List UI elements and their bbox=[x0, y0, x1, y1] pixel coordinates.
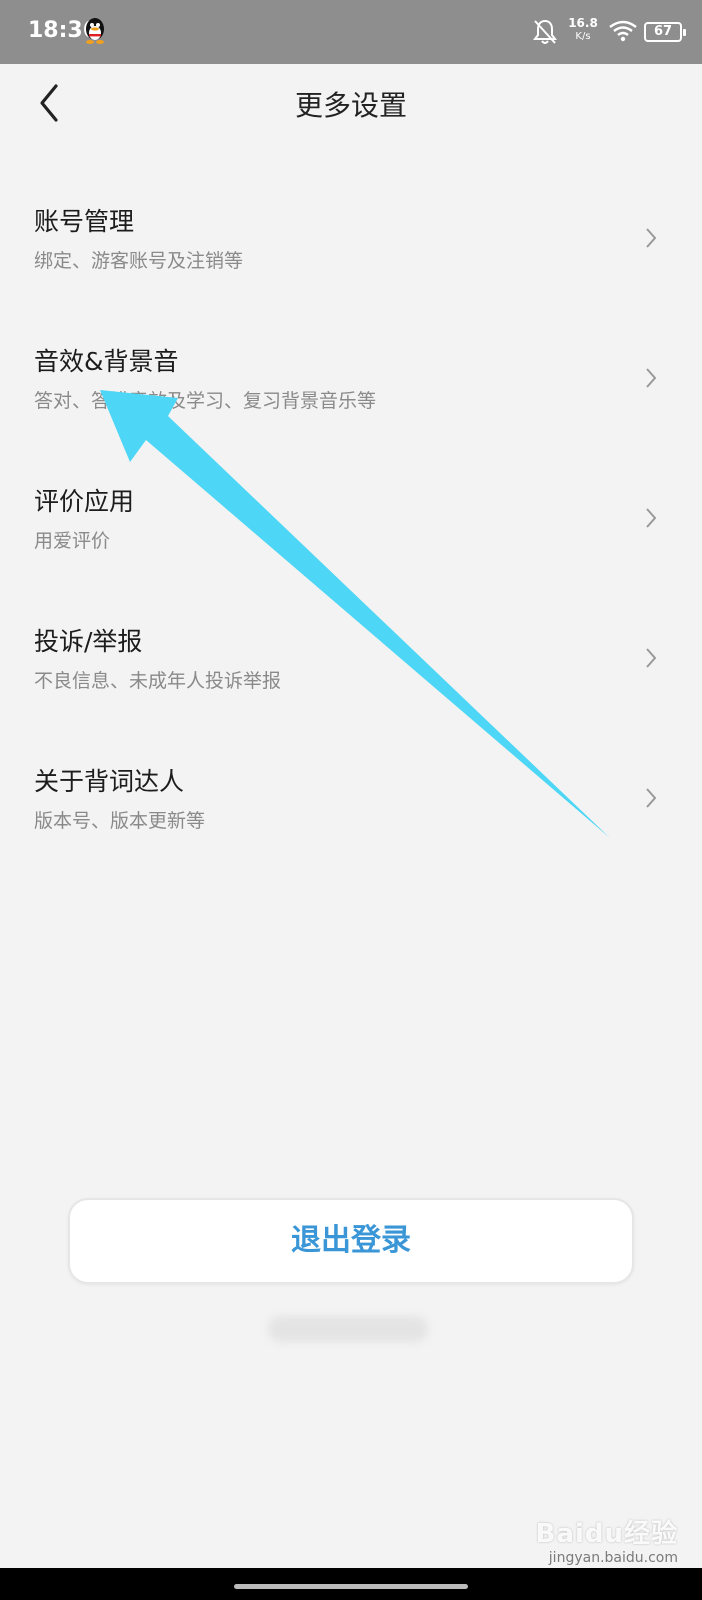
chevron-right-icon bbox=[646, 228, 657, 248]
blurred-footnote bbox=[268, 1316, 428, 1342]
status-bar: 18:36 16.8 K/s 67 bbox=[0, 0, 702, 64]
chevron-right-icon bbox=[646, 648, 657, 668]
item-title: 评价应用 bbox=[34, 487, 135, 516]
system-nav-bar bbox=[0, 1568, 702, 1600]
settings-list: 账号管理 绑定、游客账号及注销等 音效&背景音 答对、答错音效及学习、复习背景音… bbox=[0, 170, 702, 870]
bell-off-icon bbox=[533, 19, 557, 44]
watermark: Baidu经验 jingyan.baidu.com bbox=[536, 1513, 678, 1566]
net-speed-value: 16.8 bbox=[568, 16, 598, 30]
setting-item-about[interactable]: 关于背词达人 版本号、版本更新等 bbox=[0, 730, 702, 870]
setting-item-report[interactable]: 投诉/举报 不良信息、未成年人投诉举报 bbox=[0, 590, 702, 730]
logout-button[interactable]: 退出登录 bbox=[68, 1198, 634, 1284]
watermark-url: jingyan.baidu.com bbox=[548, 1550, 678, 1566]
header: 更多设置 bbox=[0, 64, 702, 144]
item-title: 关于背词达人 bbox=[34, 767, 185, 796]
chevron-right-icon bbox=[646, 508, 657, 528]
item-title: 投诉/举报 bbox=[34, 627, 143, 656]
setting-item-account[interactable]: 账号管理 绑定、游客账号及注销等 bbox=[0, 170, 702, 310]
item-subtitle: 答对、答错音效及学习、复习背景音乐等 bbox=[34, 390, 377, 412]
home-indicator[interactable] bbox=[234, 1584, 468, 1589]
item-subtitle: 绑定、游客账号及注销等 bbox=[34, 250, 244, 272]
setting-item-sound[interactable]: 音效&背景音 答对、答错音效及学习、复习背景音乐等 bbox=[0, 310, 702, 450]
item-title: 账号管理 bbox=[34, 207, 135, 236]
item-subtitle: 不良信息、未成年人投诉举报 bbox=[34, 670, 282, 692]
chevron-right-icon bbox=[646, 788, 657, 808]
page-title: 更多设置 bbox=[294, 89, 407, 122]
net-speed: 16.8 K/s bbox=[568, 16, 598, 44]
item-subtitle: 用爱评价 bbox=[34, 530, 111, 552]
battery-icon: 67 bbox=[644, 22, 686, 42]
baidu-logo: Baidu经验 bbox=[535, 1519, 678, 1549]
qq-icon bbox=[86, 18, 104, 44]
item-title: 音效&背景音 bbox=[34, 347, 179, 376]
net-speed-unit: K/s bbox=[575, 31, 591, 42]
setting-item-rate-app[interactable]: 评价应用 用爱评价 bbox=[0, 450, 702, 590]
item-subtitle: 版本号、版本更新等 bbox=[34, 810, 206, 832]
chevron-right-icon bbox=[646, 368, 657, 388]
wifi-icon bbox=[609, 20, 637, 42]
